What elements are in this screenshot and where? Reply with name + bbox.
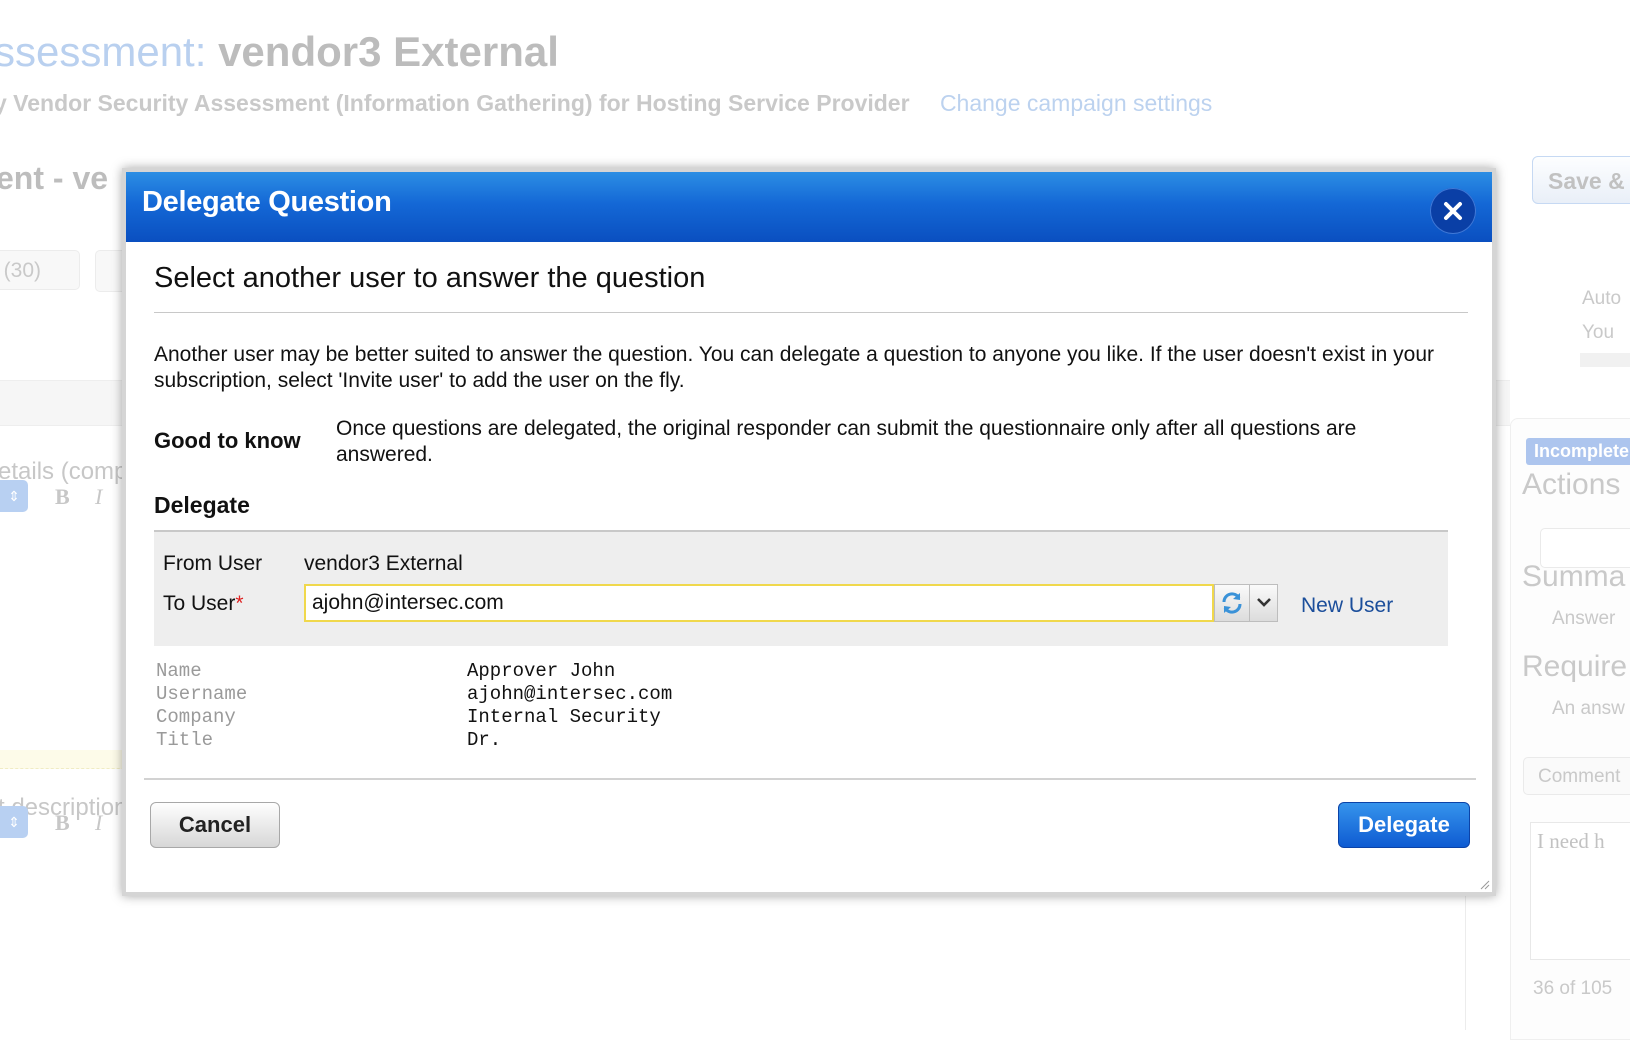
tab-questions[interactable]: e (30) — [0, 250, 80, 290]
summary-heading: Summa — [1522, 560, 1626, 593]
section-title: ent - ve — [0, 160, 109, 196]
user-info-value: Dr. — [467, 729, 502, 751]
editor-toolbar: ⇕ B I — [0, 480, 140, 514]
page-subtitle: y Vendor Security Assessment (Informatio… — [0, 90, 1212, 117]
italic-icon[interactable]: I — [95, 484, 102, 510]
refresh-icon[interactable] — [1219, 590, 1245, 616]
bold-icon[interactable]: B — [55, 484, 70, 510]
comment-tab[interactable]: Comment — [1523, 757, 1630, 795]
page-title: ssessment: vendor3 External — [0, 28, 559, 76]
divider — [1465, 880, 1466, 1030]
change-campaign-settings-link[interactable]: Change campaign settings — [940, 90, 1212, 116]
good-to-know-label: Good to know — [154, 428, 301, 453]
autosave-text: Auto — [1582, 288, 1622, 309]
bold-icon[interactable]: B — [55, 810, 70, 836]
resize-grip-icon[interactable] — [1480, 880, 1490, 890]
save-button[interactable]: Save & — [1532, 156, 1630, 204]
required-heading: Require — [1522, 650, 1628, 683]
chevron-down-icon[interactable] — [1255, 593, 1273, 611]
dialog-heading: Select another user to answer the questi… — [154, 262, 706, 294]
user-info-key: Username — [156, 683, 248, 705]
user-info-value: ajohn@intersec.com — [467, 683, 673, 705]
user-info-key: Title — [156, 729, 214, 751]
status-badge: Incomplete — [1526, 438, 1630, 465]
an-answer-text: An answ — [1552, 698, 1625, 719]
cancel-button[interactable]: Cancel — [150, 802, 280, 848]
question-counter: 36 of 105 — [1533, 978, 1613, 999]
answer-text: Answer — [1552, 608, 1616, 629]
dialog-header: Delegate Question — [126, 172, 1492, 242]
dialog-title: Delegate Question — [142, 186, 392, 218]
required-marker: * — [235, 592, 244, 615]
to-user-label: To User* — [163, 592, 244, 616]
progress-track — [1580, 353, 1630, 367]
actions-heading: Actions — [1522, 468, 1621, 501]
format-select-icon[interactable]: ⇕ — [0, 480, 28, 512]
user-info-value: Internal Security — [467, 706, 661, 728]
delegate-panel: From User vendor3 External To User* New … — [154, 530, 1448, 646]
combo-divider — [1249, 585, 1250, 621]
to-user-label-text: To User — [163, 592, 236, 615]
to-user-combo-buttons — [1214, 584, 1278, 622]
good-to-know-text: Once questions are delegated, the origin… — [336, 417, 1357, 466]
delegate-question-dialog: Delegate Question Select another user to… — [122, 168, 1496, 896]
user-info-key: Name — [156, 660, 202, 682]
intro-text: Another user may be better suited to ans… — [154, 343, 1434, 392]
delegate-button[interactable]: Delegate — [1338, 802, 1470, 848]
to-user-input[interactable] — [304, 584, 1214, 622]
format-select-icon[interactable]: ⇕ — [0, 806, 28, 838]
new-user-link[interactable]: New User — [1301, 594, 1393, 618]
footer-divider — [144, 778, 1476, 780]
close-button[interactable] — [1430, 188, 1476, 234]
user-info-key: Company — [156, 706, 236, 728]
close-icon — [1444, 202, 1462, 220]
from-user-label: From User — [163, 552, 263, 575]
page-title-prefix: ssessment: — [0, 28, 207, 75]
you-text: You — [1582, 322, 1615, 343]
divider — [154, 312, 1468, 313]
campaign-name: y Vendor Security Assessment (Informatio… — [0, 90, 910, 116]
page-title-name: vendor3 External — [218, 28, 559, 75]
from-user-value: vendor3 External — [304, 552, 463, 575]
highlight-strip — [0, 750, 140, 769]
delegate-section-label: Delegate — [154, 492, 250, 518]
comment-textarea[interactable]: I need h — [1530, 822, 1630, 960]
user-info-value: Approver John — [467, 660, 616, 682]
editor-toolbar-2: ⇕ B I — [0, 806, 140, 840]
italic-icon[interactable]: I — [95, 810, 102, 836]
